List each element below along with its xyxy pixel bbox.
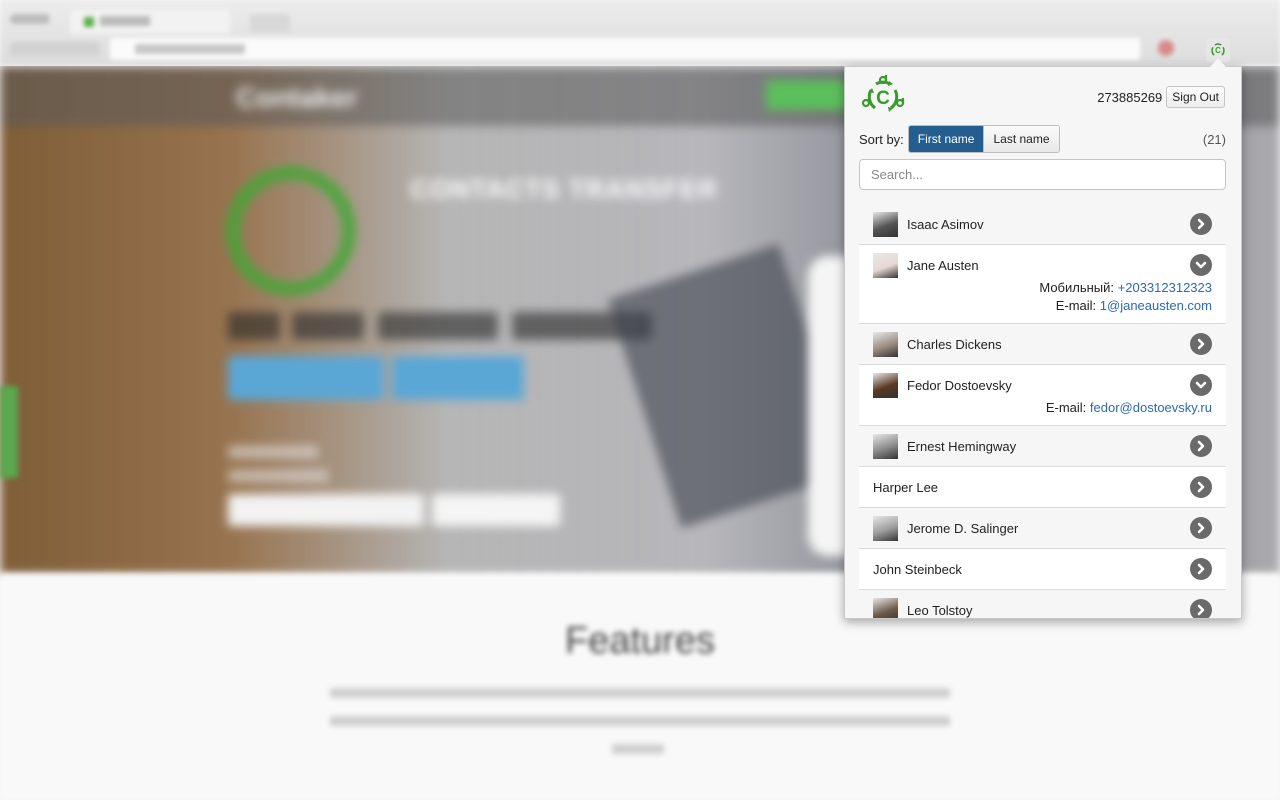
download-mac-button[interactable] (392, 356, 524, 400)
contact-detail-line: E-mail: fedor@dostoevsky.ru (859, 399, 1212, 417)
features-text (330, 688, 950, 698)
contact-list-item[interactable]: Leo Tolstoy (859, 590, 1226, 618)
contact-name: Harper Lee (873, 479, 939, 495)
contact-list-item[interactable]: Jerome D. Salinger (859, 508, 1226, 549)
contaker-logo-icon: C (861, 75, 905, 112)
hero-text (228, 446, 318, 458)
contact-row[interactable]: John Steinbeck (859, 549, 1226, 589)
detail-link[interactable]: 1@janeausten.com (1100, 298, 1212, 313)
features-text (612, 744, 664, 754)
contact-details: E-mail: fedor@dostoevsky.ru (859, 399, 1226, 425)
contact-count: (21) (1202, 131, 1226, 147)
contaker-logo-icon: C (1211, 43, 1225, 56)
contact-name: Charles Dickens (907, 336, 1002, 352)
contact-avatar (873, 252, 898, 278)
new-tab-button[interactable] (250, 14, 290, 32)
svg-text:C: C (1215, 46, 1221, 55)
browser-chrome (0, 0, 1280, 66)
sign-out-button[interactable]: Sign Out (1166, 86, 1225, 108)
contact-name: Jane Austen (907, 257, 979, 273)
contact-avatar (873, 211, 898, 237)
browser-tab[interactable] (70, 10, 230, 34)
hero-text (228, 470, 328, 482)
contact-row[interactable]: Isaac Asimov (859, 204, 1226, 244)
contact-avatar (873, 515, 898, 541)
site-brand[interactable]: Contaker (236, 82, 357, 114)
detail-label: Мобильный: (1039, 280, 1115, 295)
popup-logo: C (860, 72, 906, 118)
contact-name: John Steinbeck (873, 561, 962, 577)
search-input[interactable] (859, 159, 1226, 190)
account-area: 273885269 Sign Out (1097, 86, 1225, 108)
address-bar[interactable] (110, 38, 1140, 60)
contact-list-item[interactable]: Charles Dickens (859, 324, 1226, 365)
platform-pill[interactable] (228, 312, 280, 340)
contact-name: Jerome D. Salinger (907, 520, 1019, 536)
contact-row[interactable]: Leo Tolstoy (859, 590, 1226, 618)
popup-arrow (1210, 58, 1226, 67)
chevron-down-circle-icon[interactable] (1190, 254, 1212, 276)
contact-row[interactable]: Harper Lee (859, 467, 1226, 507)
contact-avatar (873, 372, 898, 398)
contact-list: Isaac Asimov Jane Austen Мобильный: +20331… (859, 204, 1226, 618)
features-text (330, 716, 950, 726)
contact-row[interactable]: Ernest Hemingway (859, 426, 1226, 466)
feedback-tab[interactable] (0, 386, 18, 478)
hero-logo (226, 166, 356, 296)
hero-send-button[interactable] (432, 494, 560, 526)
account-id: 273885269 (1097, 89, 1163, 105)
contaker-popup: C 273885269 Sign Out Sort by: First name… (844, 66, 1242, 619)
contact-row[interactable]: Charles Dickens (859, 324, 1226, 364)
chevron-right-circle-icon[interactable] (1190, 599, 1212, 618)
chevron-down-circle-icon[interactable] (1190, 374, 1212, 396)
contact-row[interactable]: Jerome D. Salinger (859, 508, 1226, 548)
contact-avatar (873, 331, 898, 357)
contact-name: Isaac Asimov (907, 216, 984, 232)
svg-text:C: C (876, 88, 890, 109)
sort-toggle: First name Last name (907, 125, 1060, 153)
chevron-right-circle-icon[interactable] (1190, 333, 1212, 355)
contact-list-item[interactable]: Harper Lee (859, 467, 1226, 508)
contact-name: Fedor Dostoevsky (907, 377, 1012, 393)
sort-label: Sort by: (859, 131, 904, 147)
tab-favicon (84, 17, 94, 27)
contact-list-item[interactable]: John Steinbeck (859, 549, 1226, 590)
contact-name: Leo Tolstoy (907, 602, 973, 618)
sort-last-name-button[interactable]: Last name (983, 126, 1059, 152)
platform-pill[interactable] (292, 312, 364, 340)
contact-list-item[interactable]: Ernest Hemingway (859, 426, 1226, 467)
download-windows-button[interactable] (228, 356, 384, 400)
navigation-buttons[interactable] (10, 42, 100, 56)
detail-link[interactable]: fedor@dostoevsky.ru (1090, 400, 1212, 415)
chevron-right-circle-icon[interactable] (1190, 213, 1212, 235)
hero-headline: CONTACTS TRANSFER (410, 174, 719, 204)
detail-link[interactable]: +203312312323 (1118, 280, 1212, 295)
address-url (135, 44, 245, 54)
contact-avatar (873, 597, 898, 618)
window-controls[interactable] (10, 14, 50, 24)
contact-detail-line: Мобильный: +203312312323 (859, 279, 1212, 297)
hero-input[interactable] (228, 494, 424, 526)
detail-label: E-mail: (1045, 400, 1087, 415)
site-cta-button[interactable] (766, 80, 856, 110)
chevron-right-circle-icon[interactable] (1190, 476, 1212, 498)
tab-title (100, 16, 150, 26)
contact-detail-line: E-mail: 1@janeausten.com (859, 297, 1212, 315)
sort-row: Sort by: First name Last name (21) (859, 125, 1226, 153)
chevron-right-circle-icon[interactable] (1190, 435, 1212, 457)
contact-details: Мобильный: +203312312323 E-mail: 1@janeau… (859, 279, 1226, 323)
contact-list-item[interactable]: Fedor Dostoevsky E-mail: fedor@dostoevsky… (859, 365, 1226, 426)
features-title: Features (565, 620, 715, 662)
contact-list-item[interactable]: Jane Austen Мобильный: +203312312323 E-mai… (859, 245, 1226, 324)
contact-list-item[interactable]: Isaac Asimov (859, 204, 1226, 245)
contact-avatar (873, 433, 898, 459)
chevron-right-circle-icon[interactable] (1190, 517, 1212, 539)
detail-label: E-mail: (1055, 298, 1097, 313)
chevron-right-circle-icon[interactable] (1190, 558, 1212, 580)
contact-name: Ernest Hemingway (907, 438, 1017, 454)
platform-pill[interactable] (378, 312, 498, 340)
extension-red-icon[interactable] (1158, 40, 1174, 56)
sort-first-name-button[interactable]: First name (908, 126, 984, 152)
